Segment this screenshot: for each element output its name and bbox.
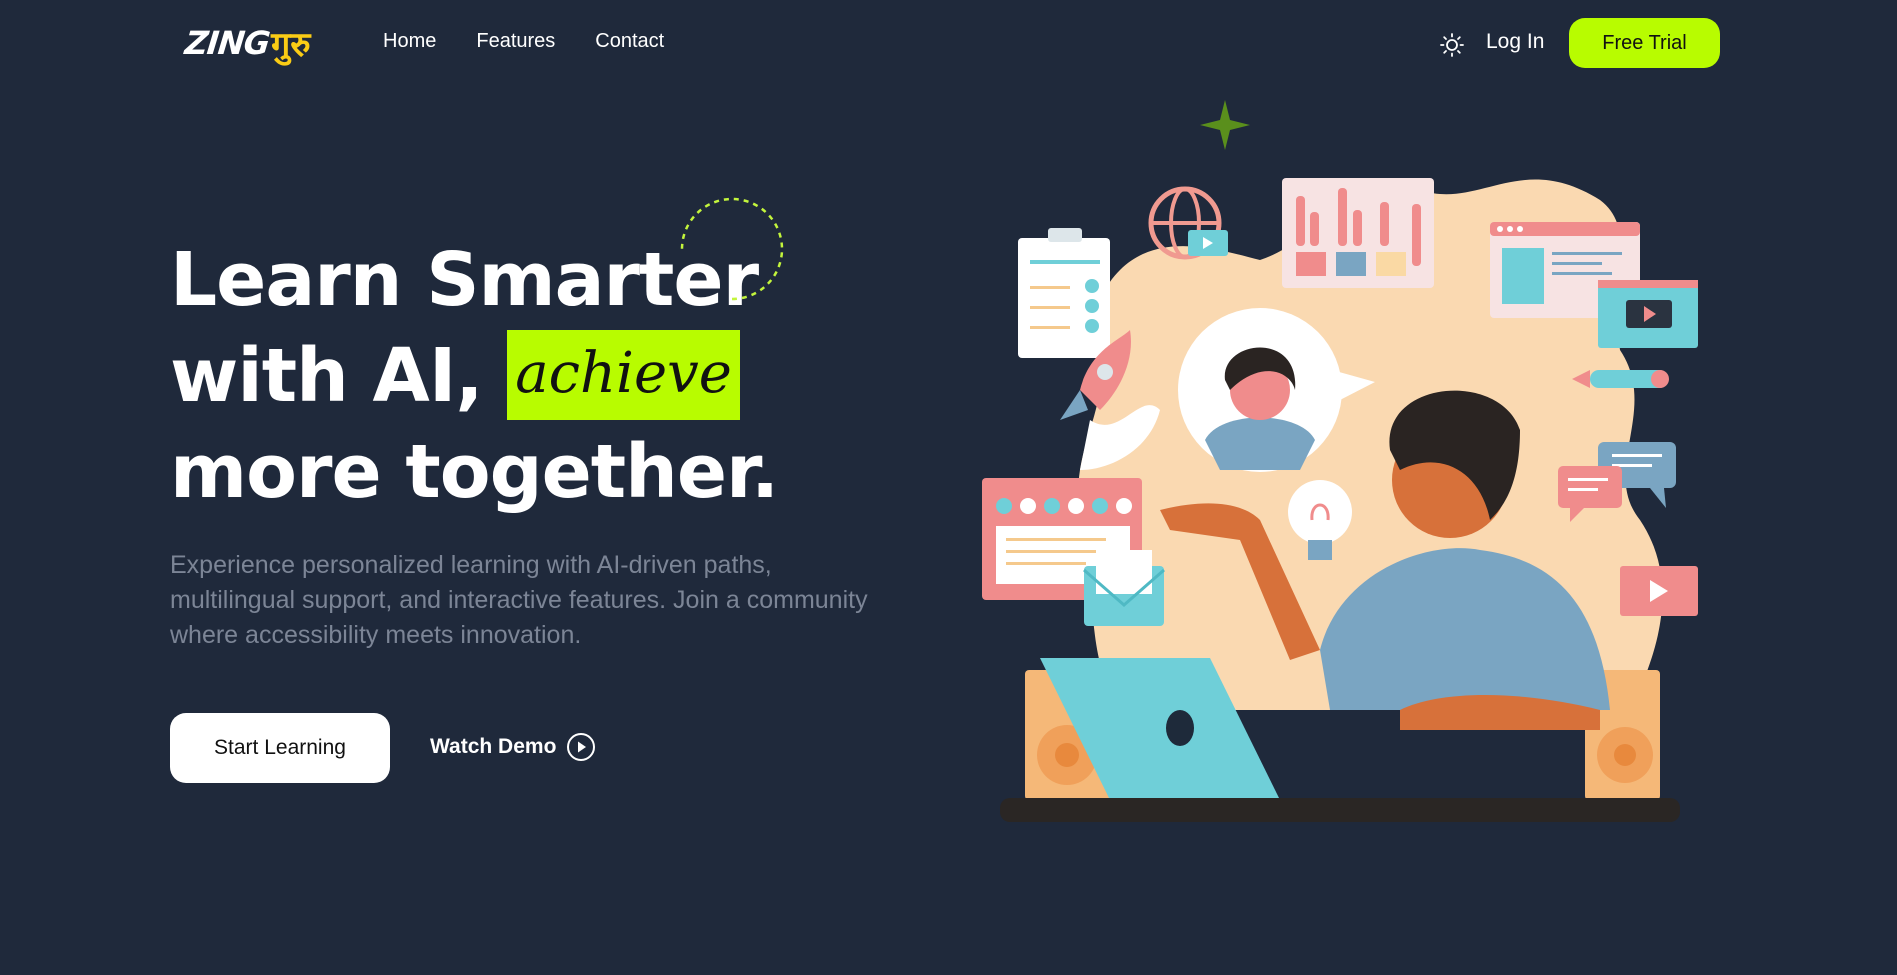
hero-title-prefix: with AI,	[170, 333, 483, 419]
desk	[1000, 798, 1680, 822]
small-video-card	[1620, 566, 1698, 616]
clipboard	[1018, 228, 1110, 358]
nav-link-home[interactable]: Home	[383, 30, 436, 53]
sun-icon[interactable]	[1438, 31, 1466, 59]
watch-demo-label: Watch Demo	[430, 735, 557, 758]
free-trial-button[interactable]: Free Trial	[1569, 18, 1720, 68]
login-link[interactable]: Log In	[1486, 30, 1544, 54]
hero-title-line-2: with AI, achieve	[170, 328, 870, 424]
hero-illustration	[982, 100, 1698, 822]
top-navbar: ZING गुरु Home Features Contact Log In F…	[0, 0, 1897, 86]
brand-logo[interactable]: ZING गुरु	[183, 20, 311, 66]
globe-video	[1148, 186, 1228, 260]
nav-links: Home Features Contact	[383, 30, 664, 53]
hero-subtitle: Experience personalized learning with AI…	[170, 551, 868, 649]
play-circle-icon	[567, 733, 596, 761]
nav-link-features[interactable]: Features	[476, 30, 555, 53]
envelope	[1083, 550, 1165, 626]
logo-text-devanagari: गुरु	[271, 25, 311, 65]
hero-title-highlight: achieve	[507, 330, 740, 420]
start-learning-button[interactable]: Start Learning	[170, 713, 390, 783]
sparkle-star	[1200, 100, 1250, 150]
logo-text-latin: ZING	[183, 24, 272, 62]
watch-demo-button[interactable]: Watch Demo	[430, 732, 596, 762]
dashed-circle-decoration	[680, 197, 784, 301]
hero-title-line-3: more together.	[170, 429, 779, 515]
bar-chart-card	[1282, 178, 1434, 288]
nav-link-contact[interactable]: Contact	[595, 30, 664, 53]
video-player-card	[1598, 280, 1698, 348]
